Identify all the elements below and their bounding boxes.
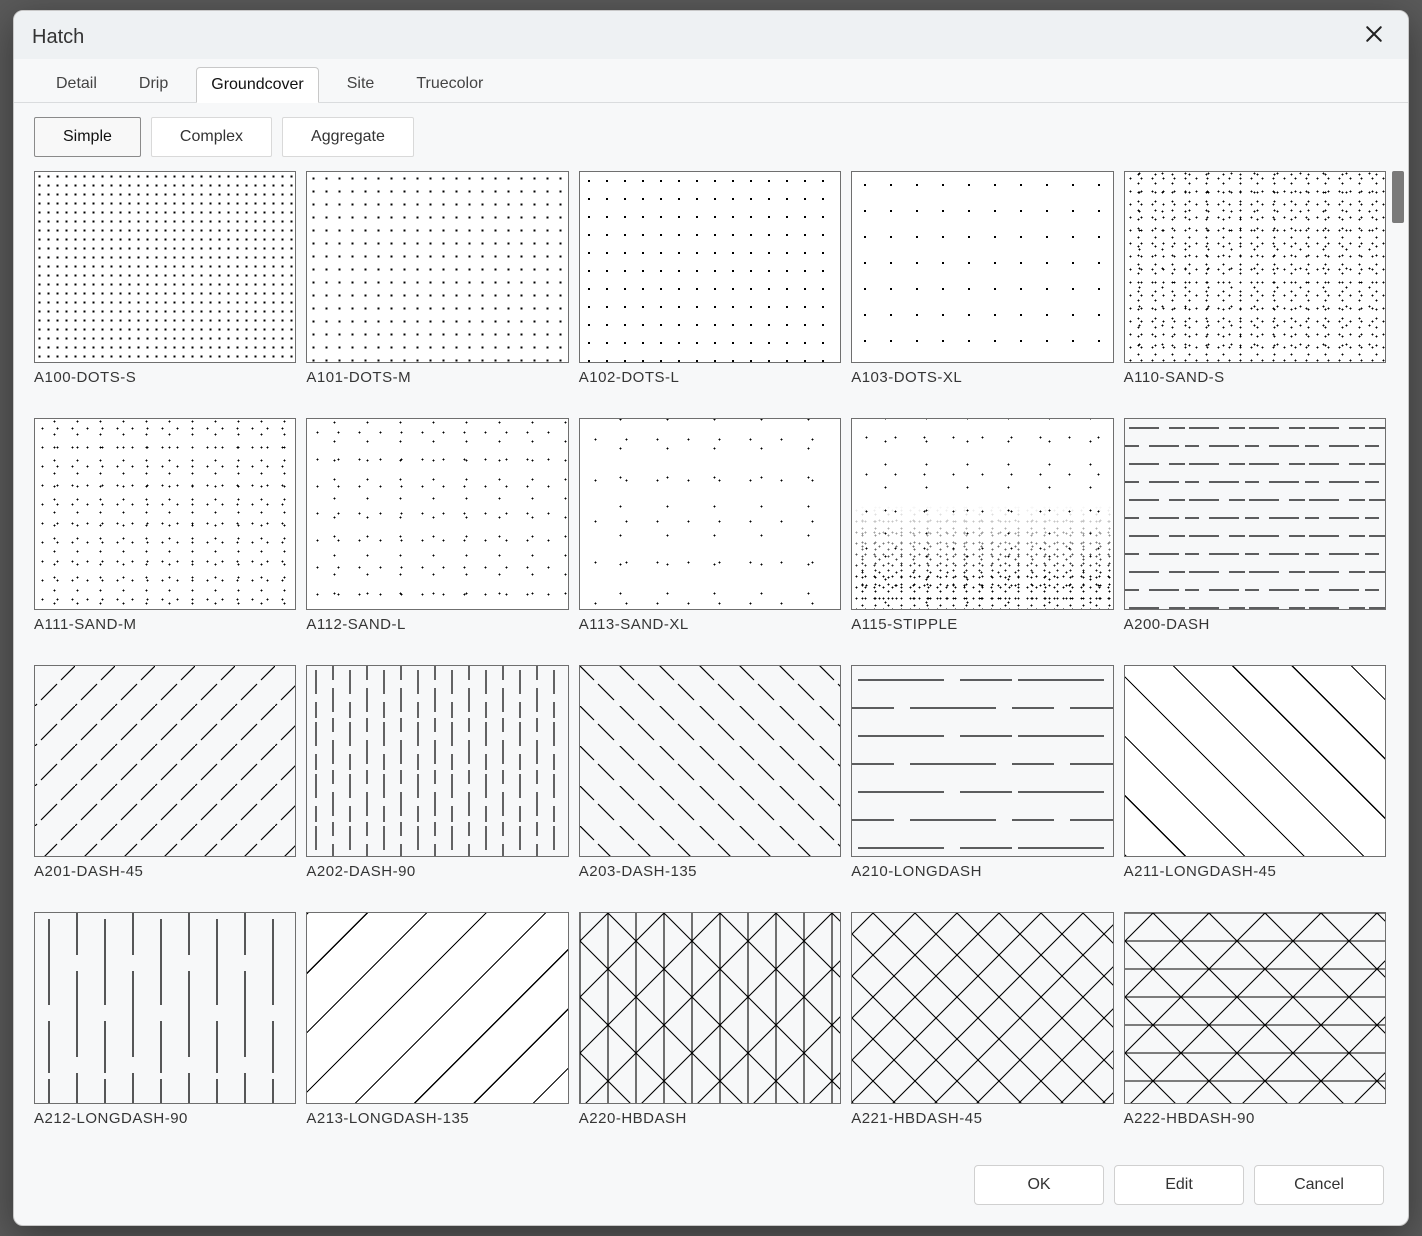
swatch-thumbnail[interactable] [1124,418,1386,610]
swatch-item[interactable]: A203-DASH-135 [579,665,841,894]
tab-truecolor[interactable]: Truecolor [402,67,497,102]
swatch-item[interactable]: A113-SAND-XL [579,418,841,647]
swatch-item[interactable]: A213-LONGDASH-135 [306,912,568,1141]
swatch-item[interactable]: A211-LONGDASH-45 [1124,665,1386,894]
ok-button[interactable]: OK [974,1165,1104,1205]
dialog-title: Hatch [32,26,84,49]
swatch-thumbnail[interactable] [579,665,841,857]
swatch-label: A101-DOTS-M [306,369,568,386]
swatch-label: A212-LONGDASH-90 [34,1110,296,1127]
swatch-label: A203-DASH-135 [579,863,841,880]
swatch-thumbnail[interactable] [34,418,296,610]
swatch-label: A200-DASH [1124,616,1386,633]
swatch-thumbnail[interactable] [306,665,568,857]
swatch-thumbnail[interactable] [34,912,296,1104]
swatch-label: A221-HBDASH-45 [851,1110,1113,1127]
swatch-label: A111-SAND-M [34,616,296,633]
swatch-label: A211-LONGDASH-45 [1124,863,1386,880]
gallery-area: A100-DOTS-S A101-DOTS-M A102-DOTS-L A103-DO… [14,161,1408,1151]
swatch-item[interactable]: A112-SAND-L [306,418,568,647]
swatch-label: A113-SAND-XL [579,616,841,633]
dialog-footer: OK Edit Cancel [14,1151,1408,1225]
subtab-complex[interactable]: Complex [151,117,272,157]
swatch-item[interactable]: A110-SAND-S [1124,171,1386,400]
filter-subtabs: SimpleComplexAggregate [14,103,1408,161]
swatch-label: A112-SAND-L [306,616,568,633]
swatch-thumbnail[interactable] [579,912,841,1104]
subtab-simple[interactable]: Simple [34,117,141,157]
tab-site[interactable]: Site [333,67,389,102]
swatch-label: A115-STIPPLE [851,616,1113,633]
swatch-label: A222-HBDASH-90 [1124,1110,1386,1127]
swatch-thumbnail[interactable] [34,665,296,857]
swatch-item[interactable]: A210-LONGDASH [851,665,1113,894]
swatch-item[interactable]: A212-LONGDASH-90 [34,912,296,1141]
swatch-label: A201-DASH-45 [34,863,296,880]
swatch-thumbnail[interactable] [34,171,296,363]
swatch-label: A110-SAND-S [1124,369,1386,386]
swatch-label: A220-HBDASH [579,1110,841,1127]
swatch-thumbnail[interactable] [306,418,568,610]
swatch-item[interactable]: A100-DOTS-S [34,171,296,400]
swatch-item[interactable]: A220-HBDASH [579,912,841,1141]
swatch-gallery[interactable]: A100-DOTS-S A101-DOTS-M A102-DOTS-L A103-DO… [14,161,1392,1151]
hatch-dialog: Hatch Detail Drip Groundcover Site Truecolor… [13,10,1409,1226]
swatch-item[interactable]: A200-DASH [1124,418,1386,647]
swatch-item[interactable]: A102-DOTS-L [579,171,841,400]
swatch-item[interactable]: A115-STIPPLE [851,418,1113,647]
swatch-item[interactable]: A202-DASH-90 [306,665,568,894]
swatch-thumbnail[interactable] [1124,665,1386,857]
swatch-label: A202-DASH-90 [306,863,568,880]
swatch-thumbnail[interactable] [1124,912,1386,1104]
swatch-thumbnail[interactable] [1124,171,1386,363]
scrollbar-thumb[interactable] [1392,171,1404,223]
swatch-item[interactable]: A111-SAND-M [34,418,296,647]
swatch-thumbnail[interactable] [579,171,841,363]
swatch-thumbnail[interactable] [579,418,841,610]
subtab-aggregate[interactable]: Aggregate [282,117,414,157]
swatch-label: A102-DOTS-L [579,369,841,386]
swatch-item[interactable]: A201-DASH-45 [34,665,296,894]
edit-button[interactable]: Edit [1114,1165,1244,1205]
swatch-item[interactable]: A101-DOTS-M [306,171,568,400]
swatch-label: A213-LONGDASH-135 [306,1110,568,1127]
swatch-label: A100-DOTS-S [34,369,296,386]
swatch-label: A210-LONGDASH [851,863,1113,880]
scrollbar[interactable] [1392,171,1404,1141]
swatch-label: A103-DOTS-XL [851,369,1113,386]
swatch-item[interactable]: A103-DOTS-XL [851,171,1113,400]
close-icon [1365,25,1383,49]
tab-detail[interactable]: Detail [42,67,111,102]
swatch-item[interactable]: A221-HBDASH-45 [851,912,1113,1141]
swatch-thumbnail[interactable] [851,912,1113,1104]
swatch-item[interactable]: A222-HBDASH-90 [1124,912,1386,1141]
swatch-thumbnail[interactable] [306,171,568,363]
titlebar: Hatch [14,11,1408,59]
category-tabs: Detail Drip Groundcover Site Truecolor [14,59,1408,103]
swatch-thumbnail[interactable] [851,665,1113,857]
swatch-thumbnail[interactable] [306,912,568,1104]
close-button[interactable] [1358,21,1390,53]
tab-drip[interactable]: Drip [125,67,182,102]
cancel-button[interactable]: Cancel [1254,1165,1384,1205]
swatch-thumbnail[interactable] [851,171,1113,363]
tab-groundcover[interactable]: Groundcover [196,67,319,103]
swatch-thumbnail[interactable] [851,418,1113,610]
